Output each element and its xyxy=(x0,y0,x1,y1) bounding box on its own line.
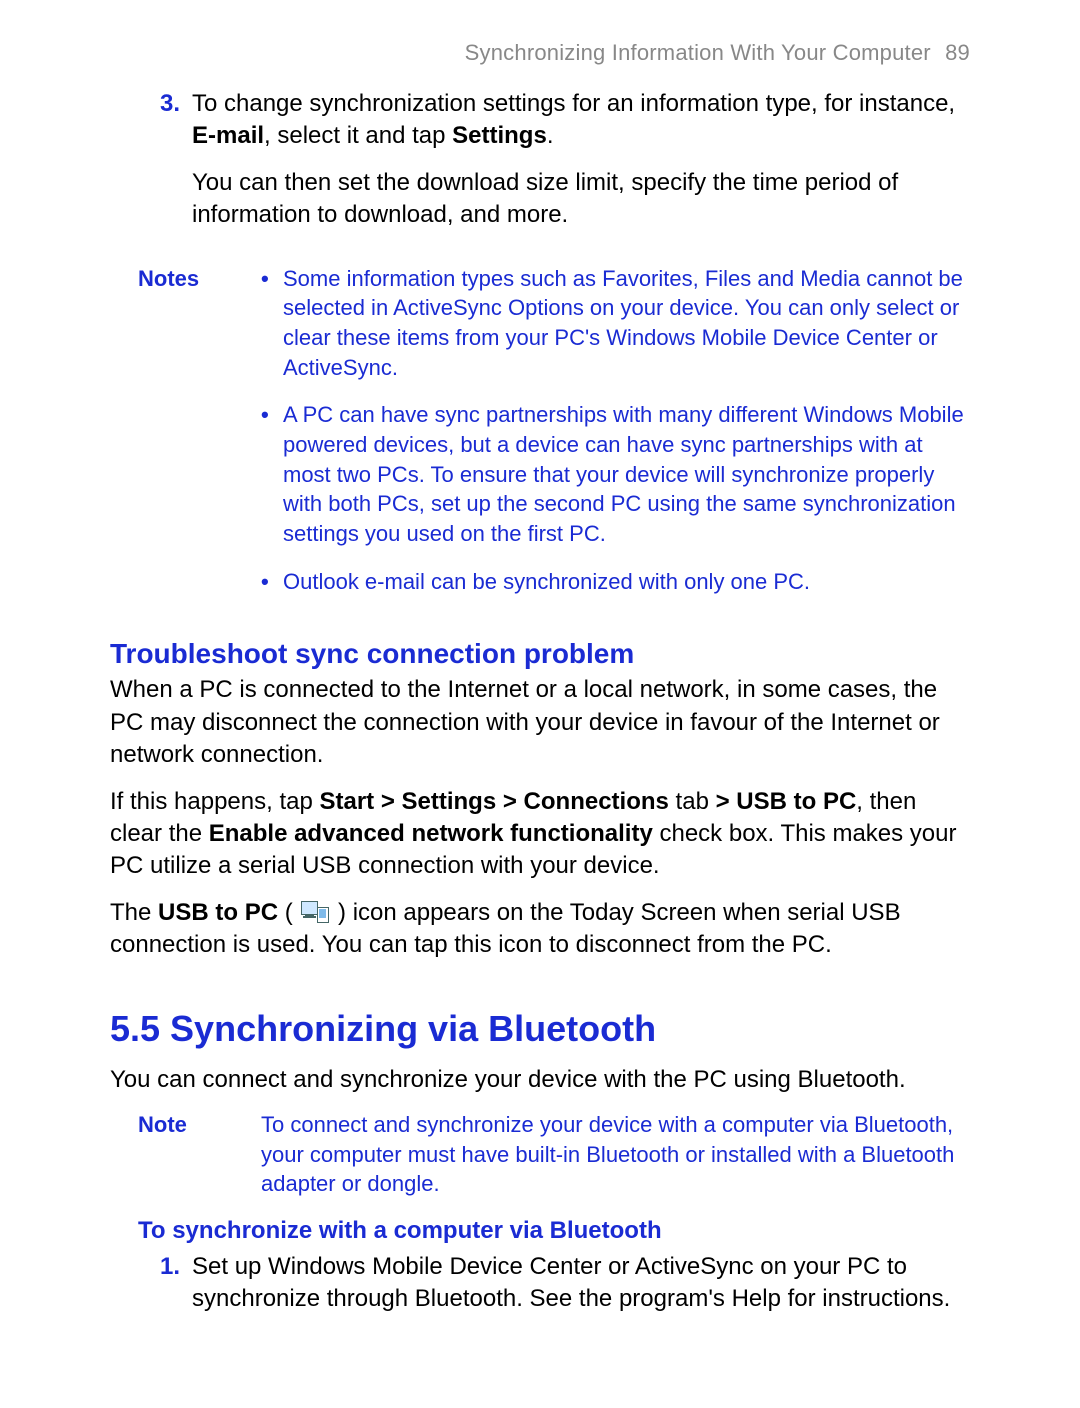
running-header: Synchronizing Information With Your Comp… xyxy=(110,40,970,66)
text-run: . xyxy=(547,122,554,149)
list-item-body: Set up Windows Mobile Device Center or A… xyxy=(192,1251,970,1330)
bold-text: USB to PC xyxy=(158,899,278,926)
list-item: 1. Set up Windows Mobile Device Center o… xyxy=(110,1251,970,1330)
list-item: 3. To change synchronization settings fo… xyxy=(110,88,970,246)
step1-paragraph: Set up Windows Mobile Device Center or A… xyxy=(192,1251,970,1316)
text-run: ( xyxy=(278,899,299,926)
text-run: The xyxy=(110,899,158,926)
chapter-title: Synchronizing Information With Your Comp… xyxy=(465,40,931,65)
bold-text: Enable advanced network functionality xyxy=(209,820,653,847)
list-marker: 1. xyxy=(110,1251,182,1330)
note-item: Outlook e-mail can be synchronized with … xyxy=(261,567,970,597)
list-marker: 3. xyxy=(110,88,182,246)
text-run: If this happens, tap xyxy=(110,788,319,815)
manual-page: Synchronizing Information With Your Comp… xyxy=(0,0,1080,1408)
note-item: A PC can have sync partnerships with man… xyxy=(261,400,970,548)
bold-text: Settings xyxy=(452,122,547,149)
list-item-body: To change synchronization settings for a… xyxy=(192,88,970,246)
procedure-heading: To synchronize with a computer via Bluet… xyxy=(110,1217,970,1245)
bold-text: > USB to PC xyxy=(716,788,857,815)
text-run: tab xyxy=(669,788,716,815)
ordered-list: 1. Set up Windows Mobile Device Center o… xyxy=(110,1251,970,1330)
paragraph: If this happens, tap Start > Settings > … xyxy=(110,786,970,883)
subsection-heading: Troubleshoot sync connection problem xyxy=(110,638,970,670)
notes-block: Notes Some information types such as Fav… xyxy=(110,264,970,615)
note-block: Note To connect and synchronize your dev… xyxy=(110,1110,970,1199)
section-heading: 5.5 Synchronizing via Bluetooth xyxy=(110,1008,970,1050)
bold-text: Start > Settings > Connections xyxy=(319,788,668,815)
paragraph: The USB to PC ( ) icon appears on the To… xyxy=(110,897,970,962)
notes-body: Some information types such as Favorites… xyxy=(261,264,970,615)
notes-label: Notes xyxy=(110,264,243,615)
step3-paragraph-1: To change synchronization settings for a… xyxy=(192,88,970,153)
text-run: To change synchronization settings for a… xyxy=(192,90,955,117)
note-label: Note xyxy=(110,1110,243,1199)
paragraph: When a PC is connected to the Internet o… xyxy=(110,674,970,771)
step3-paragraph-2: You can then set the download size limit… xyxy=(192,167,970,232)
ordered-list-continuation: 3. To change synchronization settings fo… xyxy=(110,88,970,246)
note-item: Some information types such as Favorites… xyxy=(261,264,970,383)
bold-text: E-mail xyxy=(192,122,264,149)
paragraph: You can connect and synchronize your dev… xyxy=(110,1064,970,1096)
text-run: , select it and tap xyxy=(264,122,452,149)
page-number: 89 xyxy=(945,40,970,65)
note-body: To connect and synchronize your device w… xyxy=(261,1110,970,1199)
usb-to-pc-icon xyxy=(301,901,329,923)
